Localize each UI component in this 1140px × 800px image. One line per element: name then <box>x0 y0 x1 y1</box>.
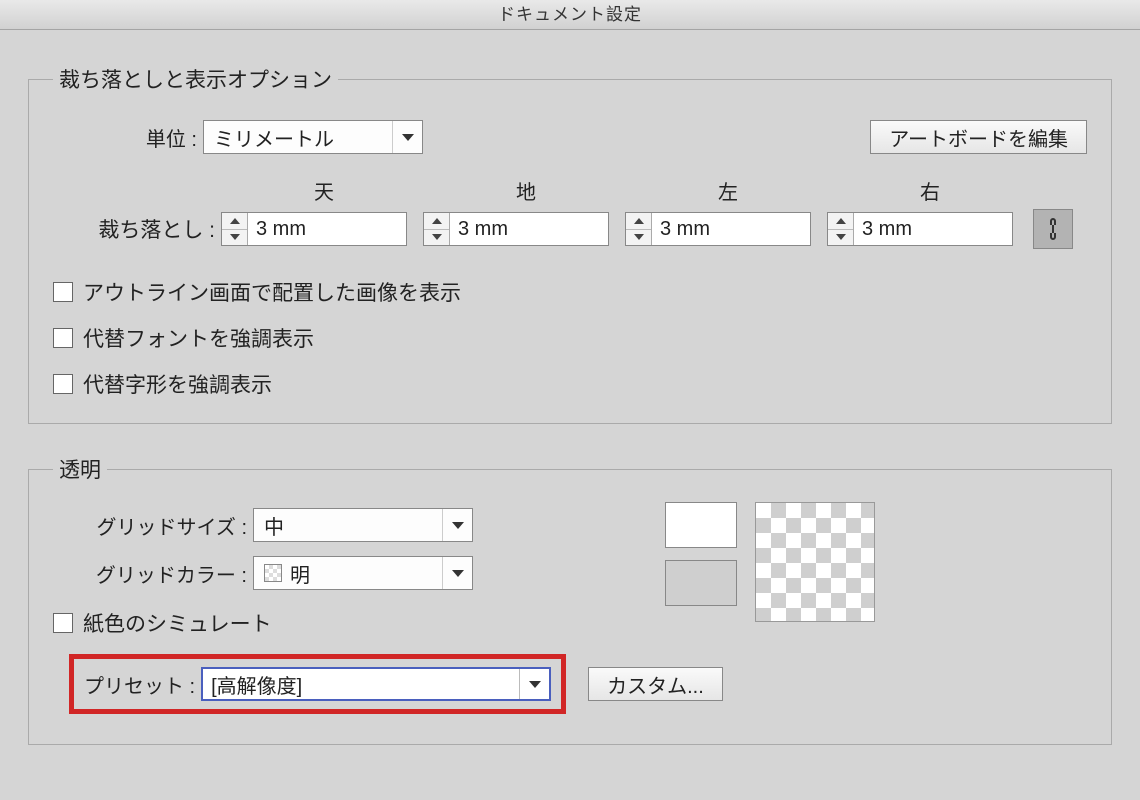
bleed-head-left: 左 <box>627 176 829 205</box>
bleed-head-right: 右 <box>829 176 1031 205</box>
highlight-sub-glyphs-checkbox[interactable] <box>53 374 73 394</box>
chevron-down-icon <box>442 509 472 541</box>
dialog-content: 裁ち落としと表示オプション 単位 : ミリメートル アートボードを編集 天 地 … <box>0 30 1140 745</box>
show-images-label: アウトライン画面で配置した画像を表示 <box>83 277 461 307</box>
color-swatch-white[interactable] <box>665 502 737 548</box>
window-title: ドキュメント設定 <box>0 0 1140 30</box>
bleed-bottom-stepper[interactable]: 3 mm <box>423 212 609 246</box>
stepper-arrows-icon[interactable] <box>424 213 450 245</box>
transparency-legend: 透明 <box>53 454 107 484</box>
stepper-arrows-icon[interactable] <box>626 213 652 245</box>
link-button[interactable] <box>1033 209 1073 249</box>
chevron-down-icon <box>442 557 472 589</box>
color-swatch-gray[interactable] <box>665 560 737 606</box>
chevron-down-icon <box>392 121 422 153</box>
bleed-label: 裁ち落とし : <box>53 214 221 244</box>
bleed-head-bottom: 地 <box>425 176 627 205</box>
chevron-down-icon <box>519 669 549 699</box>
stepper-arrows-icon[interactable] <box>222 213 248 245</box>
bleed-bottom-value[interactable]: 3 mm <box>450 213 608 245</box>
bleed-options-legend: 裁ち落としと表示オプション <box>53 64 338 94</box>
transparency-checker-icon <box>755 502 875 622</box>
link-icon <box>1044 217 1062 241</box>
unit-dropdown[interactable]: ミリメートル <box>203 120 423 154</box>
bleed-top-value[interactable]: 3 mm <box>248 213 406 245</box>
highlight-sub-glyphs-label: 代替字形を強調表示 <box>83 369 272 399</box>
bleed-left-value[interactable]: 3 mm <box>652 213 810 245</box>
grid-color-value: 明 <box>290 559 442 588</box>
preset-value: [高解像度] <box>211 670 519 699</box>
grid-size-label: グリッドサイズ : <box>53 511 253 540</box>
bleed-right-value[interactable]: 3 mm <box>854 213 1012 245</box>
highlight-sub-fonts-label: 代替フォントを強調表示 <box>83 323 314 353</box>
edit-artboard-button[interactable]: アートボードを編集 <box>870 120 1087 154</box>
bleed-top-stepper[interactable]: 3 mm <box>221 212 407 246</box>
grid-size-value: 中 <box>264 511 442 540</box>
bleed-options-group: 裁ち落としと表示オプション 単位 : ミリメートル アートボードを編集 天 地 … <box>28 64 1112 424</box>
preset-label: プリセット : <box>84 670 201 699</box>
highlight-sub-fonts-checkbox[interactable] <box>53 328 73 348</box>
unit-label: 単位 : <box>53 123 203 152</box>
transparency-group: 透明 グリッドサイズ : 中 グリッドカラー : 明 <box>28 454 1112 745</box>
stepper-arrows-icon[interactable] <box>828 213 854 245</box>
bleed-head-top: 天 <box>223 176 425 205</box>
preset-highlight: プリセット : [高解像度] <box>69 654 566 714</box>
grid-size-dropdown[interactable]: 中 <box>253 508 473 542</box>
bleed-left-stepper[interactable]: 3 mm <box>625 212 811 246</box>
simulate-paper-label: 紙色のシミュレート <box>83 608 272 638</box>
grid-color-label: グリッドカラー : <box>53 559 253 588</box>
preset-dropdown[interactable]: [高解像度] <box>201 667 551 701</box>
transparency-preview <box>665 502 875 622</box>
simulate-paper-checkbox[interactable] <box>53 613 73 633</box>
grid-color-swatch-icon <box>264 564 282 582</box>
bleed-right-stepper[interactable]: 3 mm <box>827 212 1013 246</box>
grid-color-dropdown[interactable]: 明 <box>253 556 473 590</box>
show-images-checkbox[interactable] <box>53 282 73 302</box>
unit-dropdown-value: ミリメートル <box>214 123 392 152</box>
custom-button[interactable]: カスタム... <box>588 667 723 701</box>
